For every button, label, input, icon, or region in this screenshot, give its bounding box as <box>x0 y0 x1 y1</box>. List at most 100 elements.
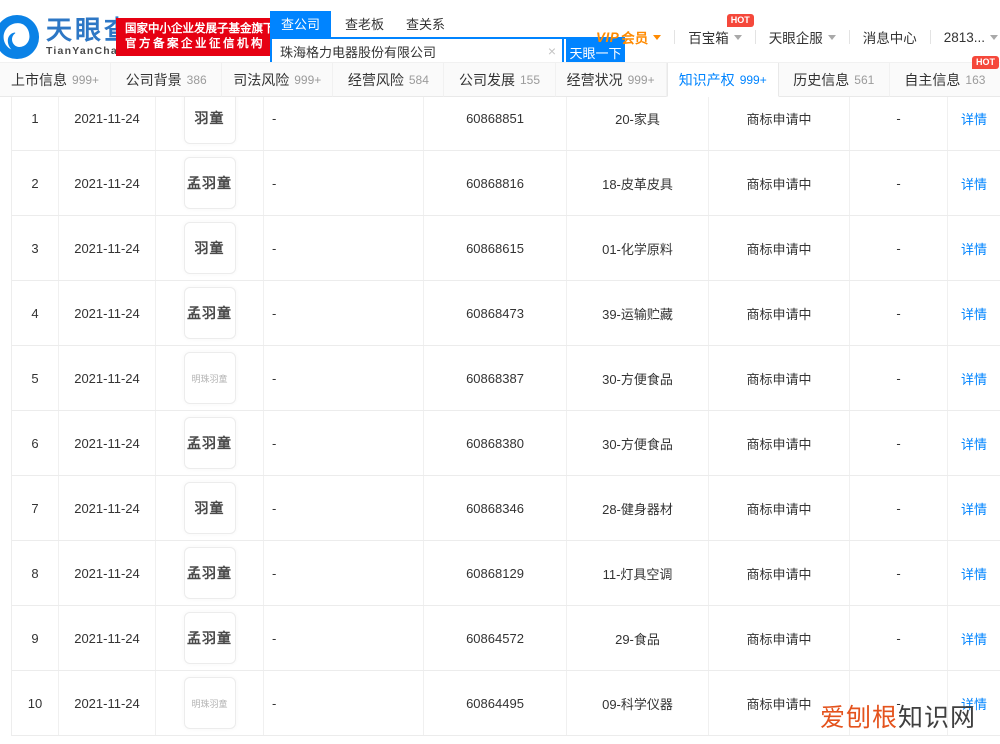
section-tab[interactable]: 自主信息 163 HOT <box>889 56 1000 97</box>
detail-link[interactable]: 详情 <box>961 369 987 388</box>
detail-link[interactable]: 详情 <box>961 109 987 128</box>
search-tab-relation[interactable]: 查关系 <box>406 11 445 37</box>
trademark-image[interactable]: 明珠羽童 <box>183 677 236 729</box>
trademark-name-cell: - <box>264 97 424 150</box>
detail-link[interactable]: 详情 <box>961 304 987 323</box>
account-menu[interactable]: 2813... <box>944 30 998 45</box>
watermark-prefix: 爱刨根 <box>819 704 898 732</box>
row-index: 2 <box>12 151 59 215</box>
registration-number: 60868380 <box>424 411 567 475</box>
registration-number: 60868473 <box>424 281 567 345</box>
detail-link[interactable]: 详情 <box>961 629 987 648</box>
search-tabs: 查公司 查老板 查关系 <box>270 11 625 39</box>
divider <box>674 30 676 44</box>
divider <box>754 30 756 44</box>
tab-label: 知识产权 <box>678 71 735 88</box>
vip-member-menu[interactable]: VIP 会员 <box>596 27 662 47</box>
apply-date: 2021-11-24 <box>59 541 156 605</box>
detail-cell: 详情 <box>948 606 1000 670</box>
dash-cell: - <box>850 216 948 280</box>
trademark-status: 商标申请中 <box>709 411 850 475</box>
detail-link[interactable]: 详情 <box>961 239 987 258</box>
detail-cell: 详情 <box>948 541 1000 605</box>
detail-cell: 详情 <box>948 151 1000 215</box>
section-tab[interactable]: 司法风险 999+ <box>222 63 334 97</box>
table-row: 9 2021-11-24 孟羽童 - 60864572 29-食品 商标申请中 … <box>12 606 1000 671</box>
row-index: 6 <box>12 411 59 475</box>
chevron-down-icon <box>653 34 662 40</box>
trademark-text: 羽童 <box>194 110 225 126</box>
trademark-status: 商标申请中 <box>709 541 850 605</box>
detail-link[interactable]: 详情 <box>961 174 987 193</box>
toolbox-label: 百宝箱 <box>688 31 729 46</box>
section-tab[interactable]: 历史信息 561 <box>778 63 890 97</box>
trademark-name-cell: - <box>264 151 424 215</box>
message-center-label: 消息中心 <box>862 31 917 46</box>
dash-cell: - <box>850 97 948 150</box>
table-row: 3 2021-11-24 羽童 - 60868615 01-化学原料 商标申请中… <box>12 216 1000 281</box>
trademark-image[interactable]: 羽童 <box>183 222 236 274</box>
trademark-image-cell: 孟羽童 <box>156 606 264 670</box>
trademark-image-cell: 羽童 <box>156 97 264 150</box>
trademark-category: 29-食品 <box>567 606 709 670</box>
dash-cell: - <box>850 606 948 670</box>
section-tab[interactable]: 公司发展 155 <box>444 63 556 97</box>
dash-cell: - <box>850 476 948 540</box>
search-tab-boss[interactable]: 查老板 <box>345 11 384 37</box>
section-tab[interactable]: 公司背景 386 <box>111 63 223 97</box>
apply-date: 2021-11-24 <box>59 476 156 540</box>
section-tab[interactable]: 经营风险 584 <box>333 63 445 97</box>
clear-icon[interactable]: × <box>548 43 556 59</box>
trademark-image[interactable]: 羽童 <box>183 97 236 144</box>
tab-count: 999+ <box>627 72 655 87</box>
tab-label: 经营风险 <box>347 71 404 88</box>
trademark-image[interactable]: 孟羽童 <box>183 547 236 599</box>
trademark-image[interactable]: 孟羽童 <box>183 417 236 469</box>
trademark-name-cell: - <box>264 346 424 410</box>
trademark-image[interactable]: 孟羽童 <box>183 157 236 209</box>
trademark-category: 30-方便食品 <box>567 411 709 475</box>
row-index: 9 <box>12 606 59 670</box>
trademark-image[interactable]: 明珠羽童 <box>183 352 236 404</box>
trademark-image[interactable]: 羽童 <box>183 482 236 534</box>
trademark-image-cell: 羽童 <box>156 216 264 280</box>
section-tab[interactable]: 上市信息 999+ <box>0 63 112 97</box>
toolbox-menu[interactable]: 百宝箱 HOT <box>688 14 754 47</box>
trademark-text: 孟羽童 <box>187 435 232 451</box>
enterprise-service-label: 天眼企服 <box>768 31 823 46</box>
tab-label: 历史信息 <box>793 71 850 88</box>
enterprise-service-menu[interactable]: 天眼企服 <box>769 27 836 47</box>
detail-cell: 详情 <box>948 97 1000 150</box>
trademark-text: 羽童 <box>194 240 225 256</box>
dash-cell: - <box>850 151 948 215</box>
tab-count: 155 <box>519 72 540 87</box>
section-tab[interactable]: 知识产权 999+ <box>666 63 779 97</box>
tab-label: 公司发展 <box>458 71 515 88</box>
detail-cell: 详情 <box>948 476 1000 540</box>
trademark-category: 01-化学原料 <box>567 216 709 280</box>
trademark-image[interactable]: 孟羽童 <box>183 612 236 664</box>
trademark-name-cell: - <box>264 216 424 280</box>
tab-label: 自主信息 <box>904 71 961 88</box>
registration-number: 60868387 <box>424 346 567 410</box>
apply-date: 2021-11-24 <box>59 346 156 410</box>
government-certification-badge: 国家中小企业发展子基金旗下 官方备案企业征信机构 <box>116 18 284 56</box>
detail-link[interactable]: 详情 <box>961 499 987 518</box>
tab-count: 561 <box>854 72 875 87</box>
chevron-down-icon <box>990 34 998 40</box>
tab-label: 上市信息 <box>11 71 68 88</box>
row-index: 8 <box>12 541 59 605</box>
site-watermark: 爱刨根知识网 <box>820 698 976 734</box>
trademark-image[interactable]: 孟羽童 <box>183 287 236 339</box>
page-header: 天眼查 TianYanCha.com 国家中小企业发展子基金旗下 官方备案企业征… <box>0 0 1000 65</box>
search-tab-company[interactable]: 查公司 <box>270 11 332 37</box>
section-tab[interactable]: 经营状况 999+ <box>555 63 667 97</box>
detail-link[interactable]: 详情 <box>961 434 987 453</box>
registration-number: 60864495 <box>424 671 567 735</box>
detail-link[interactable]: 详情 <box>961 564 987 583</box>
message-center-link[interactable]: 消息中心 <box>863 27 917 47</box>
registration-number: 60868346 <box>424 476 567 540</box>
trademark-status: 商标申请中 <box>709 151 850 215</box>
trademark-name-cell: - <box>264 281 424 345</box>
trademark-image-cell: 羽童 <box>156 476 264 540</box>
